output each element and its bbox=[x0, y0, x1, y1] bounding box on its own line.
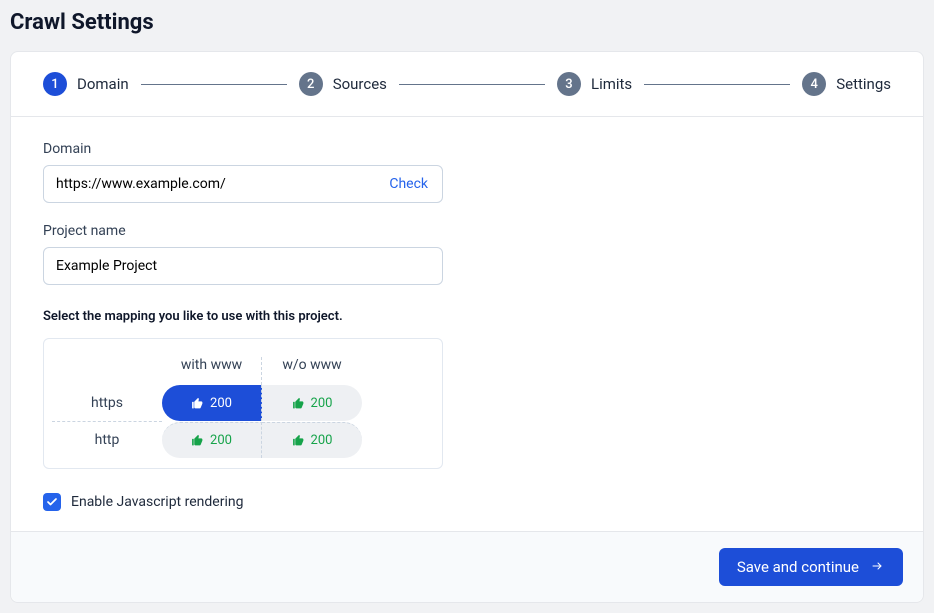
step-limits[interactable]: 3 Limits bbox=[557, 72, 632, 96]
step-num: 1 bbox=[43, 72, 67, 96]
domain-input-group: Check bbox=[43, 165, 443, 203]
check-icon bbox=[46, 496, 58, 508]
mapping-box: with www w/o www https 200 200 http bbox=[43, 338, 443, 469]
step-divider bbox=[644, 84, 790, 85]
status-code: 200 bbox=[210, 396, 232, 411]
step-divider bbox=[141, 84, 287, 85]
mapping-row-https: https bbox=[52, 385, 162, 421]
step-num: 2 bbox=[299, 72, 323, 96]
domain-input[interactable] bbox=[44, 168, 375, 200]
stepper: 1 Domain 2 Sources 3 Limits 4 Settings bbox=[11, 52, 923, 117]
mapping-cell-https-nowww[interactable]: 200 bbox=[262, 385, 362, 421]
js-rendering-row: Enable Javascript rendering bbox=[43, 493, 891, 511]
save-continue-button[interactable]: Save and continue bbox=[719, 548, 903, 586]
js-rendering-label: Enable Javascript rendering bbox=[71, 494, 243, 510]
step-label: Domain bbox=[77, 75, 129, 93]
status-code: 200 bbox=[311, 433, 333, 448]
thumb-up-icon bbox=[191, 434, 204, 447]
mapping-row-http: http bbox=[52, 421, 162, 458]
status-code: 200 bbox=[311, 396, 333, 411]
save-button-label: Save and continue bbox=[737, 558, 859, 576]
check-button[interactable]: Check bbox=[375, 176, 442, 192]
step-label: Settings bbox=[836, 75, 891, 93]
mapping-cell-http-www[interactable]: 200 bbox=[162, 422, 262, 458]
thumb-up-icon bbox=[292, 434, 305, 447]
status-code: 200 bbox=[210, 433, 232, 448]
mapping-label: Select the mapping you like to use with … bbox=[43, 309, 891, 324]
page-title: Crawl Settings bbox=[10, 10, 924, 35]
step-num: 4 bbox=[802, 72, 826, 96]
thumb-up-icon bbox=[292, 397, 305, 410]
project-name-input[interactable] bbox=[43, 247, 443, 285]
card-footer: Save and continue bbox=[11, 531, 923, 602]
mapping-header-with-www: with www bbox=[162, 357, 262, 385]
step-num: 3 bbox=[557, 72, 581, 96]
js-rendering-checkbox[interactable] bbox=[43, 493, 61, 511]
mapping-cell-http-nowww[interactable]: 200 bbox=[262, 422, 362, 458]
mapping-cell-https-www[interactable]: 200 bbox=[162, 385, 262, 421]
project-name-label: Project name bbox=[43, 223, 891, 239]
thumb-up-icon bbox=[191, 397, 204, 410]
arrow-right-icon bbox=[869, 558, 885, 576]
step-divider bbox=[399, 84, 545, 85]
domain-label: Domain bbox=[43, 141, 891, 157]
step-label: Sources bbox=[333, 75, 387, 93]
settings-card: 1 Domain 2 Sources 3 Limits 4 Settings D… bbox=[10, 51, 924, 603]
form-body: Domain Check Project name Select the map… bbox=[11, 117, 923, 531]
step-settings[interactable]: 4 Settings bbox=[802, 72, 891, 96]
step-sources[interactable]: 2 Sources bbox=[299, 72, 387, 96]
step-domain[interactable]: 1 Domain bbox=[43, 72, 129, 96]
step-label: Limits bbox=[591, 75, 632, 93]
mapping-header-without-www: w/o www bbox=[262, 357, 362, 385]
